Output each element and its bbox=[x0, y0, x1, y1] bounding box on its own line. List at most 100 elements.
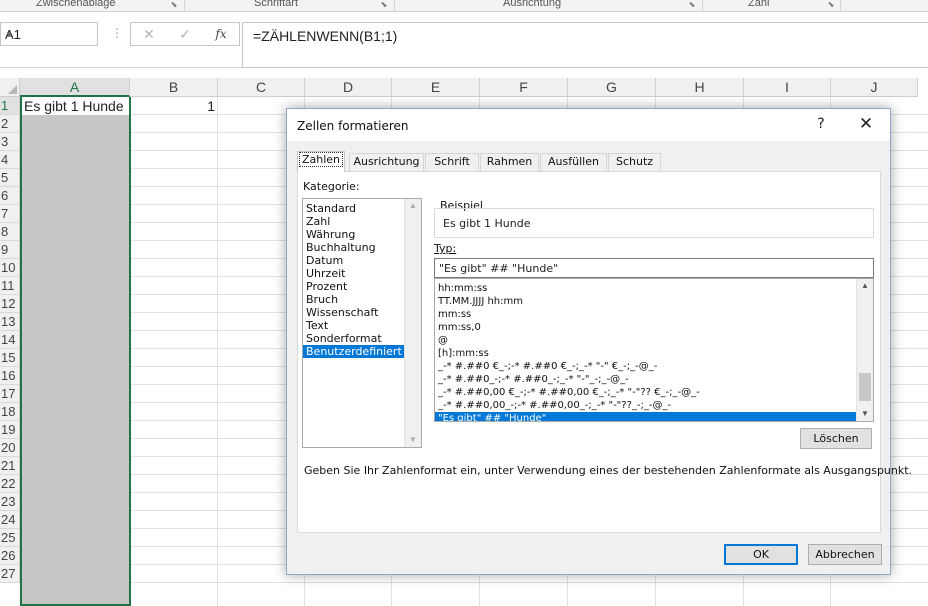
category-scrollbar[interactable]: ▲ ▼ bbox=[404, 199, 421, 447]
cell-b1[interactable]: 1 bbox=[131, 98, 218, 115]
row-header-17[interactable]: 17 bbox=[0, 385, 20, 403]
format-code-item[interactable]: _-* #.##0 €_-;-* #.##0 €_-;_-* "-" €_-;_… bbox=[435, 360, 858, 373]
format-list-scrollbar[interactable]: ▲ ▼ bbox=[856, 279, 873, 421]
close-icon[interactable]: ✕ bbox=[855, 114, 877, 134]
row-header-24[interactable]: 24 bbox=[0, 511, 20, 529]
row-header-13[interactable]: 13 bbox=[0, 313, 20, 331]
column-header-c[interactable]: C bbox=[218, 78, 305, 97]
scroll-up-icon[interactable]: ▲ bbox=[405, 199, 421, 213]
sample-box: Es gibt 1 Hunde bbox=[434, 208, 874, 238]
row-header-27[interactable]: 27 bbox=[0, 565, 20, 583]
category-label: Kategorie: bbox=[303, 180, 360, 193]
row-header-16[interactable]: 16 bbox=[0, 367, 20, 385]
insert-function-icon[interactable]: fx bbox=[211, 27, 231, 41]
tab-ausrichtung[interactable]: Ausrichtung bbox=[349, 153, 424, 171]
row-header-23[interactable]: 23 bbox=[0, 493, 20, 511]
format-code-item[interactable]: @ bbox=[435, 334, 858, 347]
ribbon-separator bbox=[394, 0, 395, 12]
tab-label: Ausrichtung bbox=[353, 155, 420, 168]
row-header-19[interactable]: 19 bbox=[0, 421, 20, 439]
row-header-3[interactable]: 3 bbox=[0, 133, 20, 151]
row-header-15[interactable]: 15 bbox=[0, 349, 20, 367]
row-header-12[interactable]: 12 bbox=[0, 295, 20, 313]
formula-input[interactable]: =ZÄHLENWENN(B1;1) bbox=[242, 22, 928, 68]
tab-rahmen[interactable]: Rahmen bbox=[480, 153, 539, 171]
row-header-18[interactable]: 18 bbox=[0, 403, 20, 421]
type-label: Typ: bbox=[434, 242, 457, 255]
column-header-f[interactable]: F bbox=[480, 78, 568, 97]
row-header-8[interactable]: 8 bbox=[0, 223, 20, 241]
ok-button[interactable]: OK bbox=[724, 544, 798, 565]
row-header-1[interactable]: 1 bbox=[0, 97, 20, 115]
column-header-h[interactable]: H bbox=[656, 78, 744, 97]
column-header-e[interactable]: E bbox=[392, 78, 480, 97]
name-box[interactable]: A1 ▼ bbox=[0, 22, 98, 46]
format-cells-dialog: Zellen formatieren ? ✕ Zahlen Ausrichtun… bbox=[286, 108, 912, 575]
help-icon[interactable]: ? bbox=[813, 116, 829, 132]
formula-bar-grip-icon[interactable]: ⋮ bbox=[111, 26, 123, 40]
row-header-20[interactable]: 20 bbox=[0, 439, 20, 457]
format-code-item[interactable]: hh:mm:ss bbox=[435, 282, 858, 295]
alignment-dialog-launcher-icon[interactable]: ⬊ bbox=[687, 0, 697, 10]
category-item[interactable]: Benutzerdefiniert bbox=[303, 345, 404, 358]
row-header-4[interactable]: 4 bbox=[0, 151, 20, 169]
row-header-7[interactable]: 7 bbox=[0, 205, 20, 223]
number-dialog-launcher-icon[interactable]: ⬊ bbox=[826, 0, 836, 10]
scrollbar-thumb[interactable] bbox=[859, 373, 871, 401]
format-code-item[interactable]: "Es gibt" ## "Hunde" bbox=[435, 412, 858, 421]
tab-ausfuellen[interactable]: Ausfüllen bbox=[540, 153, 607, 171]
format-code-item[interactable]: mm:ss,0 bbox=[435, 321, 858, 334]
select-all-corner[interactable] bbox=[0, 78, 20, 97]
chevron-down-icon[interactable]: ▼ bbox=[5, 30, 92, 39]
ribbon-separator bbox=[702, 0, 703, 12]
scroll-down-icon[interactable]: ▼ bbox=[405, 433, 421, 447]
row-header-21[interactable]: 21 bbox=[0, 457, 20, 475]
ribbon-group-labels: Zwischenablage ⬊ Schriftart ⬊ Ausrichtun… bbox=[0, 0, 928, 12]
sample-value: Es gibt 1 Hunde bbox=[443, 217, 531, 230]
row-header-14[interactable]: 14 bbox=[0, 331, 20, 349]
format-code-item[interactable]: TT.MM.JJJJ hh:mm bbox=[435, 295, 858, 308]
column-header-i[interactable]: I bbox=[744, 78, 831, 97]
format-code-item[interactable]: mm:ss bbox=[435, 308, 858, 321]
font-dialog-launcher-icon[interactable]: ⬊ bbox=[379, 0, 389, 10]
format-code-item[interactable]: _-* #.##0_-;-* #.##0_-;_-* "-"_-;_-@_- bbox=[435, 373, 858, 386]
ribbon-group-alignment-label: Ausrichtung bbox=[503, 0, 562, 9]
scroll-down-icon[interactable]: ▼ bbox=[857, 407, 873, 421]
column-header-b[interactable]: B bbox=[130, 78, 218, 97]
tab-zahlen[interactable]: Zahlen bbox=[297, 151, 345, 172]
number-tab-panel: Kategorie: Standard Zahl Währung Buchhaltun… bbox=[297, 171, 912, 533]
delete-button[interactable]: Löschen bbox=[800, 428, 872, 449]
format-code-item[interactable]: _-* #.##0,00 €_-;-* #.##0,00 €_-;_-* "-"… bbox=[435, 386, 858, 399]
row-header-11[interactable]: 11 bbox=[0, 277, 20, 295]
formula-text: =ZÄHLENWENN(B1;1) bbox=[253, 28, 398, 44]
cancel-entry-icon[interactable]: ✕ bbox=[139, 26, 159, 43]
row-header-22[interactable]: 22 bbox=[0, 475, 20, 493]
row-header-5[interactable]: 5 bbox=[0, 169, 20, 187]
column-header-d[interactable]: D bbox=[305, 78, 392, 97]
format-code-item[interactable]: [h]:mm:ss bbox=[435, 347, 858, 360]
tab-schrift[interactable]: Schrift bbox=[425, 153, 479, 171]
formula-bar: A1 ▼ ⋮ ✕ ✓ fx =ZÄHLENWENN(B1;1) bbox=[0, 12, 928, 68]
tab-schutz[interactable]: Schutz bbox=[608, 153, 661, 171]
column-header-j[interactable]: J bbox=[831, 78, 918, 97]
row-header-25[interactable]: 25 bbox=[0, 529, 20, 547]
row-header-9[interactable]: 9 bbox=[0, 241, 20, 259]
tab-label: Ausfüllen bbox=[548, 155, 599, 168]
confirm-entry-icon[interactable]: ✓ bbox=[175, 26, 195, 43]
cancel-button[interactable]: Abbrechen bbox=[808, 544, 882, 565]
format-code-item[interactable]: _-* #.##0,00_-;-* #.##0,00_-;_-* "-"??_-… bbox=[435, 399, 858, 412]
format-code-list[interactable]: hh:mm:ss TT.MM.JJJJ hh:mm mm:ss mm:ss,0 @ [h]… bbox=[434, 278, 874, 422]
type-input[interactable]: "Es gibt" ## "Hunde" bbox=[434, 258, 874, 278]
ribbon-separator bbox=[840, 0, 841, 12]
column-header-a[interactable]: A bbox=[20, 78, 130, 97]
row-header-10[interactable]: 10 bbox=[0, 259, 20, 277]
clipboard-dialog-launcher-icon[interactable]: ⬊ bbox=[169, 0, 179, 10]
row-header-2[interactable]: 2 bbox=[0, 115, 20, 133]
dialog-title: Zellen formatieren bbox=[297, 119, 409, 133]
row-header-26[interactable]: 26 bbox=[0, 547, 20, 565]
row-header-6[interactable]: 6 bbox=[0, 187, 20, 205]
scroll-up-icon[interactable]: ▲ bbox=[857, 279, 873, 293]
tab-label: Zahlen bbox=[298, 152, 344, 167]
column-header-g[interactable]: G bbox=[568, 78, 656, 97]
category-list[interactable]: Standard Zahl Währung Buchhaltung Datum Uhrze… bbox=[302, 198, 422, 448]
